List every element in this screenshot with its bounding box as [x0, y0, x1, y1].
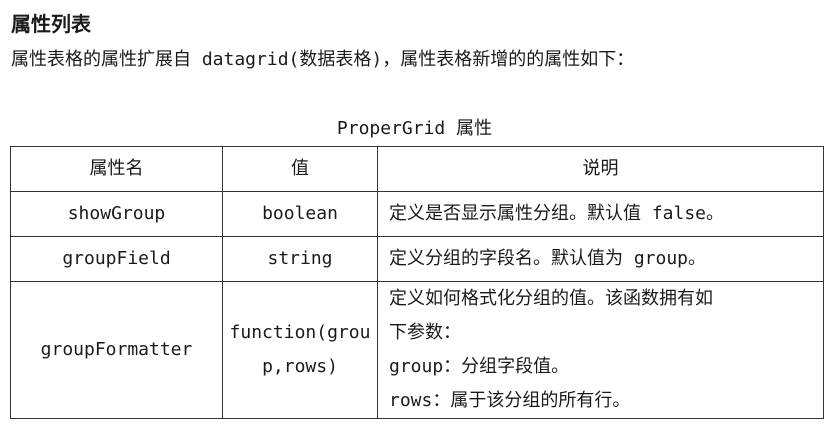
section-heading: 属性列表 [11, 12, 91, 36]
description-line: group：分组字段值。 [389, 356, 570, 377]
table-row: groupFormatter function(group,rows) 定义如何… [10, 281, 824, 419]
property-description: 定义分组的字段名。默认值为 group。 [377, 236, 824, 282]
table-header-row: 属性名 值 说明 [10, 146, 824, 192]
header-name: 属性名 [10, 146, 223, 192]
property-name: showGroup [10, 191, 223, 237]
description-line: 定义分组的字段名。默认值为 group。 [389, 248, 707, 269]
property-value: string [222, 236, 378, 282]
property-name: groupFormatter [10, 281, 223, 419]
property-name: groupField [10, 236, 223, 282]
table-row: showGroup boolean 定义是否显示属性分组。默认值 false。 [10, 191, 824, 237]
header-value: 值 [222, 146, 378, 192]
table-caption: ProperGrid 属性 [336, 118, 493, 139]
description-line: 下参数： [389, 322, 461, 343]
description-line: 定义是否显示属性分组。默认值 false。 [389, 203, 725, 224]
table-row: groupField string 定义分组的字段名。默认值为 group。 [10, 236, 824, 282]
property-description: 定义是否显示属性分组。默认值 false。 [377, 191, 824, 237]
description-line: rows：属于该分组的所有行。 [389, 390, 631, 411]
intro-paragraph: 属性表格的属性扩展自 datagrid(数据表格)，属性表格新增的的属性如下： [11, 49, 635, 70]
description-line: 定义如何格式化分组的值。该函数拥有如 [389, 288, 713, 309]
header-description: 说明 [377, 146, 824, 192]
property-value: boolean [222, 191, 378, 237]
property-description: 定义如何格式化分组的值。该函数拥有如 下参数： group：分组字段值。 row… [377, 281, 824, 419]
properties-table: 属性名 值 说明 showGroup boolean 定义是否显示属性分组。默认… [10, 146, 824, 419]
property-value: function(group,rows) [222, 281, 378, 419]
